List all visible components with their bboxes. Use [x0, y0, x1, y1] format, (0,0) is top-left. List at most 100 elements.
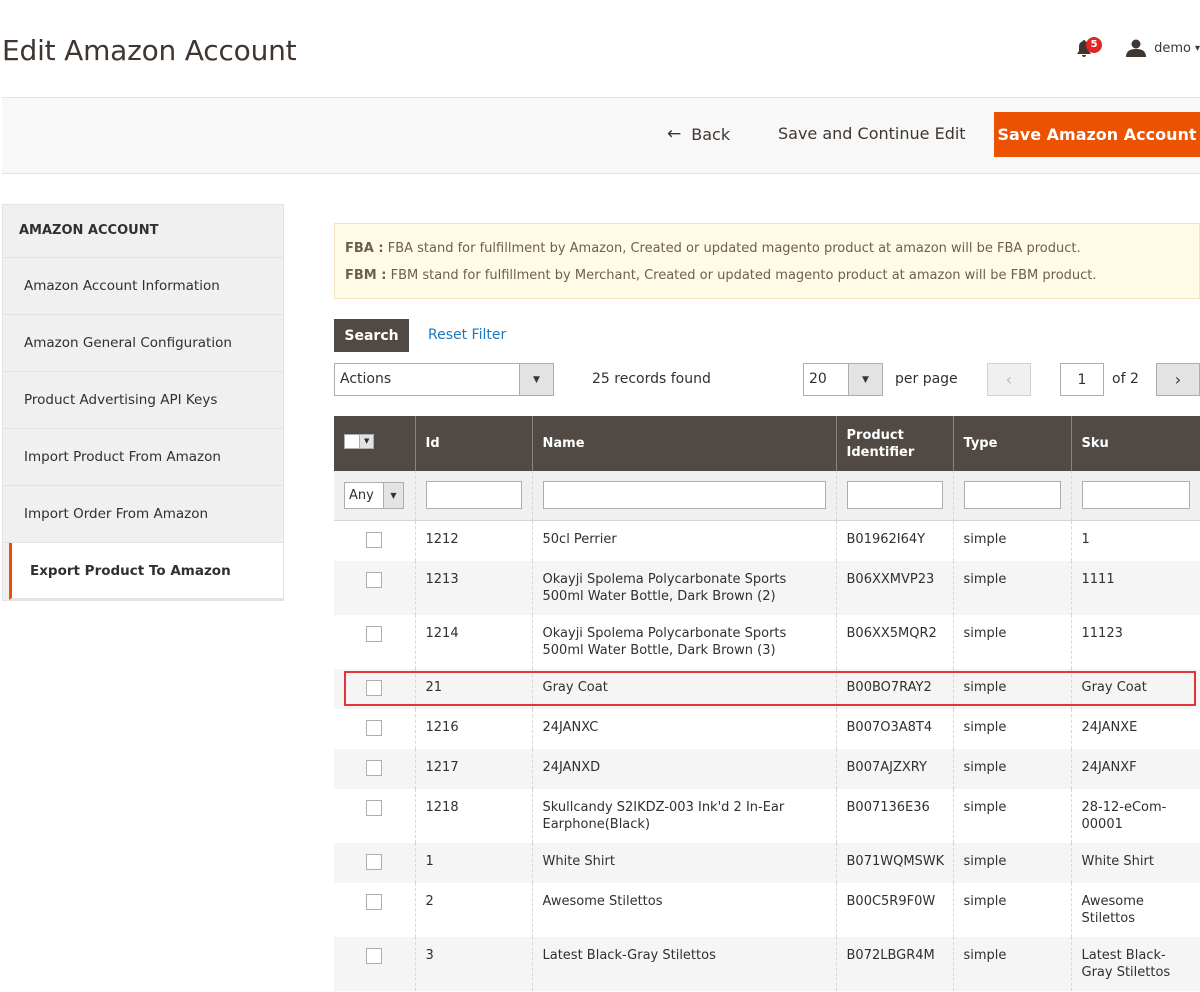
- row-checkbox[interactable]: [366, 948, 383, 964]
- table-row[interactable]: 1214 Okayji Spolema Polycarbonate Sports…: [334, 615, 1200, 669]
- row-select-cell: [334, 615, 416, 669]
- cell-identifier: B072LBGR4M: [836, 937, 954, 991]
- row-checkbox[interactable]: [366, 531, 383, 548]
- sidebar-item-import-product[interactable]: Import Product From Amazon: [3, 429, 283, 486]
- any-filter-select[interactable]: Any ▼: [344, 481, 404, 509]
- column-header-name[interactable]: Name: [532, 416, 837, 471]
- column-header-id[interactable]: Id: [415, 416, 533, 471]
- row-select-cell: [334, 669, 416, 709]
- cell-id: 1: [415, 843, 533, 883]
- mass-actions-select[interactable]: Actions ▼: [334, 363, 554, 396]
- cell-type: simple: [953, 520, 1072, 561]
- cell-identifier: B007O3A8T4: [836, 709, 954, 749]
- cell-type: simple: [953, 843, 1072, 883]
- cell-sku: 1: [1081, 531, 1090, 547]
- cell-id: 2: [415, 883, 533, 937]
- name-filter-input[interactable]: [542, 481, 826, 510]
- sidebar-item-export-product[interactable]: Export Product To Amazon: [9, 543, 283, 600]
- filter-cell-id: [415, 471, 533, 521]
- table-row[interactable]: 1213 Okayji Spolema Polycarbonate Sports…: [334, 561, 1200, 615]
- cell-id: 21: [415, 669, 533, 709]
- search-button[interactable]: Search: [334, 319, 409, 352]
- user-menu[interactable]: demo ▾: [1126, 39, 1200, 57]
- mass-select-dropdown[interactable]: ▼: [344, 434, 374, 449]
- column-header-sku[interactable]: Sku: [1071, 416, 1200, 471]
- row-select-cell: [334, 789, 416, 843]
- cell-name: Gray Coat: [532, 669, 837, 709]
- table-row[interactable]: 1216 24JANXC B007O3A8T4 simple 24JANXE: [334, 709, 1200, 749]
- any-filter-value: Any: [349, 487, 374, 503]
- cell-sku: Gray Coat: [1071, 669, 1200, 709]
- cell-name: Skullcandy S2IKDZ-003 Ink'd 2 In-Ear Ear…: [532, 789, 837, 843]
- row-checkbox[interactable]: [366, 800, 383, 816]
- table-row[interactable]: 1212 50cl Perrier B01962I64Y simple 1: [334, 520, 1200, 561]
- row-checkbox[interactable]: [366, 760, 383, 776]
- column-header-type[interactable]: Type: [953, 416, 1072, 471]
- cell-type: simple: [953, 937, 1072, 991]
- cell-name: Okayji Spolema Polycarbonate Sports 500m…: [532, 615, 837, 669]
- mass-select-checkbox[interactable]: [345, 435, 360, 448]
- row-checkbox[interactable]: [366, 854, 383, 870]
- sku-filter-input[interactable]: [1081, 481, 1190, 510]
- row-select-cell: [334, 843, 416, 883]
- table-row[interactable]: 1 White Shirt B071WQMSWK simple White Sh…: [334, 843, 1200, 883]
- chevron-down-icon: ▼: [383, 482, 403, 508]
- back-button[interactable]: ← Back: [667, 124, 730, 144]
- table-row[interactable]: 21 Gray Coat B00BO7RAY2 simple Gray Coat: [334, 669, 1200, 709]
- cell-identifier: B071WQMSWK: [836, 843, 954, 883]
- table-row[interactable]: 3 Latest Black-Gray Stilettos B072LBGR4M…: [334, 937, 1200, 991]
- cell-name: White Shirt: [532, 843, 837, 883]
- row-checkbox[interactable]: [366, 720, 383, 736]
- notification-count-badge: 5: [1086, 37, 1103, 53]
- sidebar-item-advertising-api-keys[interactable]: Product Advertising API Keys: [3, 372, 283, 429]
- row-select-cell: [334, 937, 416, 991]
- cell-identifier: B007136E36: [836, 789, 954, 843]
- cell-identifier: B007AJZXRY: [836, 749, 954, 789]
- sidebar-item-import-order[interactable]: Import Order From Amazon: [3, 486, 283, 543]
- cell-id: 1213: [415, 561, 533, 615]
- table-row[interactable]: 1218 Skullcandy S2IKDZ-003 Ink'd 2 In-Ea…: [334, 789, 1200, 843]
- sidebar-item-general-configuration[interactable]: Amazon General Configuration: [3, 315, 283, 372]
- table-row[interactable]: 2 Awesome Stilettos B00C5R9F0W simple Aw…: [334, 883, 1200, 937]
- filter-cell-identifier: [836, 471, 954, 521]
- row-checkbox[interactable]: [366, 626, 383, 642]
- chevron-down-icon: ▼: [848, 364, 882, 395]
- row-select-cell: [334, 883, 416, 937]
- row-checkbox[interactable]: [366, 894, 383, 910]
- cell-type: simple: [953, 883, 1072, 937]
- row-checkbox[interactable]: [366, 680, 383, 696]
- cell-identifier: B00BO7RAY2: [836, 669, 954, 709]
- save-and-continue-button[interactable]: Save and Continue Edit: [778, 124, 966, 143]
- filter-cell-type: [953, 471, 1072, 521]
- cell-sku: 24JANXF: [1071, 749, 1200, 789]
- filter-row: Any ▼: [334, 471, 1200, 521]
- cell-sku: 1111: [1071, 561, 1200, 615]
- id-filter-input[interactable]: [425, 481, 522, 510]
- row-checkbox[interactable]: [366, 572, 383, 588]
- cell-sku: 11123: [1081, 626, 1123, 641]
- type-filter-input[interactable]: [963, 481, 1061, 510]
- chevron-down-icon: ▾: [1194, 42, 1200, 54]
- cell-id: 1217: [415, 749, 533, 789]
- identifier-filter-input[interactable]: [846, 481, 943, 510]
- column-header-product-identifier[interactable]: Product Identifier: [836, 416, 954, 471]
- table-row[interactable]: 1217 24JANXD B007AJZXRY simple 24JANXF: [334, 749, 1200, 789]
- reset-filter-link[interactable]: Reset Filter: [428, 327, 506, 343]
- save-account-button[interactable]: Save Amazon Account: [994, 112, 1200, 157]
- notifications-button[interactable]: 5: [1074, 36, 1103, 60]
- per-page-value: 20: [809, 371, 827, 387]
- cell-name: 24JANXD: [532, 749, 837, 789]
- filter-cell-name: [532, 471, 837, 521]
- row-select-cell: [334, 749, 416, 789]
- header-actions: 5 demo ▾: [1074, 36, 1200, 60]
- next-page-button[interactable]: ›: [1156, 363, 1200, 396]
- cell-name: Awesome Stilettos: [532, 883, 837, 937]
- current-page-input[interactable]: [1060, 363, 1104, 396]
- mass-select-header: ▼: [334, 416, 416, 471]
- chevron-down-icon: ▼: [519, 364, 553, 395]
- per-page-select[interactable]: 20 ▼: [803, 363, 883, 396]
- sidebar-item-account-information[interactable]: Amazon Account Information: [3, 258, 283, 315]
- previous-page-button[interactable]: ‹: [987, 363, 1031, 396]
- cell-type: simple: [953, 749, 1072, 789]
- total-pages: of 2: [1112, 371, 1139, 387]
